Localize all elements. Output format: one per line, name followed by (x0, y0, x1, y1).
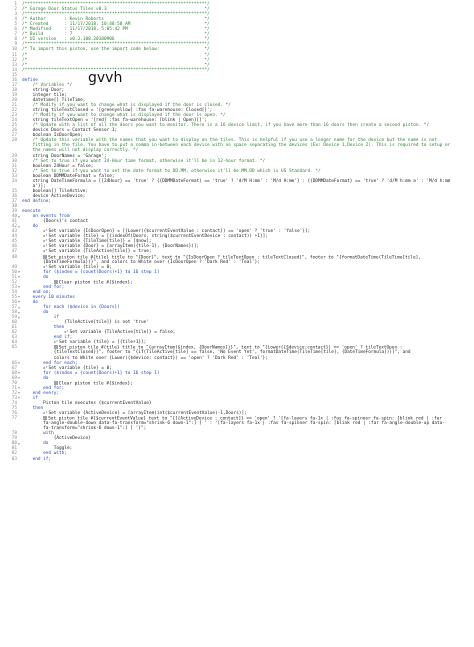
fold-arrow-icon[interactable]: ▾ (17, 214, 21, 219)
line-number: 48 (11, 254, 17, 260)
code-line[interactable]: end if; (22, 457, 472, 462)
task-icon (43, 254, 48, 259)
fold-arrow-icon[interactable]: ▾ (17, 315, 21, 320)
fold-arrow-icon[interactable]: ▾ (17, 275, 21, 279)
line-number: 28 (11, 138, 17, 144)
line-number: 77 (11, 416, 17, 422)
fold-arrow-icon[interactable]: ▾ (17, 361, 21, 365)
line-number: 83 (11, 456, 17, 462)
task-icon (53, 345, 58, 350)
fold-arrow-icon[interactable]: ▾ (17, 300, 21, 304)
fold-arrow-icon[interactable]: ▾ (17, 396, 21, 400)
fold-arrow-icon[interactable]: ▾ (17, 305, 21, 310)
fold-arrow-icon[interactable]: ▾ (17, 441, 21, 446)
line-number: 34 (11, 178, 17, 184)
task-icon (43, 416, 48, 421)
code-line[interactable]: end define; (22, 199, 472, 204)
code-editor[interactable]: 1/**************************************… (0, 0, 474, 647)
fold-arrow-icon[interactable]: ▾ (17, 285, 21, 289)
fold-arrow-icon[interactable]: ▾ (17, 310, 21, 315)
task-icon (53, 380, 58, 385)
task-icon (53, 279, 58, 284)
fold-arrow-icon[interactable]: ▾ (17, 224, 21, 229)
fold-arrow-icon[interactable]: ▾ (17, 376, 21, 380)
line-number: 65 (11, 345, 17, 351)
